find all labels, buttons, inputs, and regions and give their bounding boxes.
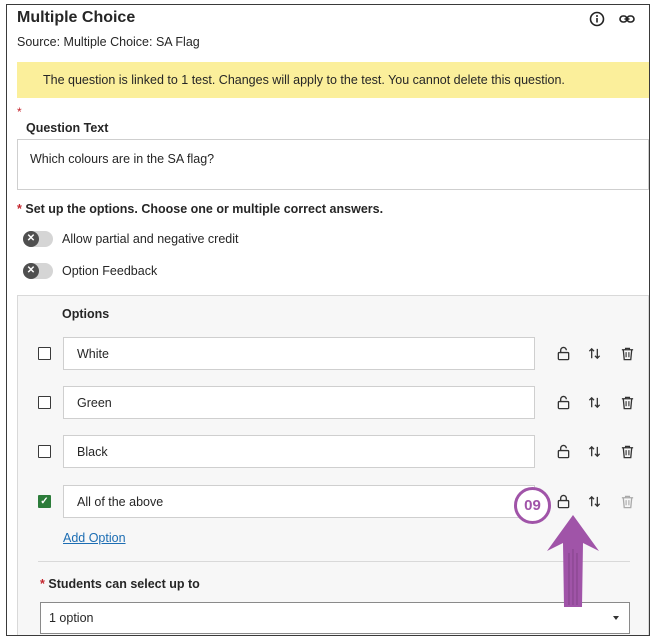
required-marker: * [17, 202, 22, 216]
annotation-arrow-icon [547, 515, 599, 607]
add-option-link[interactable]: Add Option [63, 531, 126, 545]
correct-answer-checkbox[interactable] [38, 347, 51, 360]
reorder-icon[interactable] [586, 493, 602, 509]
partial-credit-toggle-row: ✕ Allow partial and negative credit [23, 231, 239, 247]
option-input[interactable]: All of the above [63, 485, 535, 518]
divider [38, 561, 630, 562]
question-text-heading: Question Text [26, 121, 109, 135]
question-text-field[interactable]: Which colours are in the SA flag? [17, 139, 649, 190]
chevron-down-icon [613, 616, 619, 620]
correct-answer-checkbox-checked[interactable]: ✓ [38, 495, 51, 508]
reorder-icon[interactable] [586, 443, 602, 459]
option-feedback-toggle-row: ✕ Option Feedback [23, 263, 157, 279]
toggle-off-icon: ✕ [23, 231, 39, 247]
checkmark-icon: ✓ [40, 496, 49, 507]
delete-icon-disabled [619, 493, 635, 509]
students-select-text: Students can select up to [48, 577, 200, 591]
setup-options-label: * Set up the options. Choose one or mult… [17, 202, 383, 216]
option-feedback-label: Option Feedback [62, 264, 158, 278]
reorder-icon[interactable] [586, 345, 602, 361]
correct-answer-checkbox[interactable] [38, 396, 51, 409]
partial-credit-toggle[interactable]: ✕ [23, 231, 53, 247]
option-row: Black [18, 435, 649, 469]
option-row: White [18, 337, 649, 371]
info-icon[interactable] [588, 10, 606, 28]
option-feedback-toggle[interactable]: ✕ [23, 263, 53, 279]
toggle-off-icon: ✕ [23, 263, 39, 279]
delete-icon[interactable] [619, 394, 635, 410]
question-source: Source: Multiple Choice: SA Flag [17, 35, 200, 49]
link-icon[interactable] [618, 10, 636, 28]
setup-options-text: Set up the options. Choose one or multip… [25, 202, 384, 216]
options-header: Options [62, 307, 110, 321]
linked-test-banner: The question is linked to 1 test. Change… [17, 62, 649, 98]
students-select-label: * Students can select up to [40, 577, 200, 591]
option-input[interactable]: White [63, 337, 535, 370]
banner-text: The question is linked to 1 test. Change… [43, 73, 565, 87]
required-marker: * [17, 105, 22, 119]
students-select-dropdown[interactable]: 1 option [40, 602, 630, 634]
correct-answer-checkbox[interactable] [38, 445, 51, 458]
delete-icon[interactable] [619, 443, 635, 459]
partial-credit-label: Allow partial and negative credit [62, 232, 239, 246]
question-editor: Multiple Choice Source: Multiple Choice:… [6, 4, 650, 636]
reorder-icon[interactable] [586, 394, 602, 410]
lock-icon[interactable] [555, 443, 571, 459]
required-marker: * [40, 577, 45, 591]
option-input[interactable]: Green [63, 386, 535, 419]
delete-icon[interactable] [619, 345, 635, 361]
option-row: Green [18, 386, 649, 420]
page-title: Multiple Choice [17, 9, 136, 26]
selected-value: 1 option [49, 611, 94, 625]
option-input[interactable]: Black [63, 435, 535, 468]
question-text-label: * Question Text [17, 103, 108, 135]
lock-icon[interactable] [555, 345, 571, 361]
lock-icon[interactable] [555, 493, 571, 509]
lock-icon[interactable] [555, 394, 571, 410]
